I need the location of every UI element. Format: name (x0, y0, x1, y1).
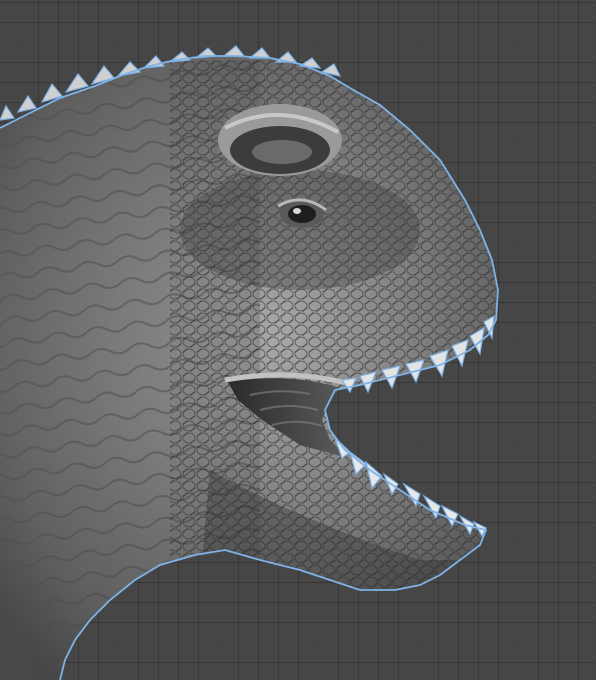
brow-crest (218, 104, 342, 176)
dinosaur-head-model[interactable] (0, 0, 596, 680)
3d-viewport[interactable] (0, 0, 596, 680)
